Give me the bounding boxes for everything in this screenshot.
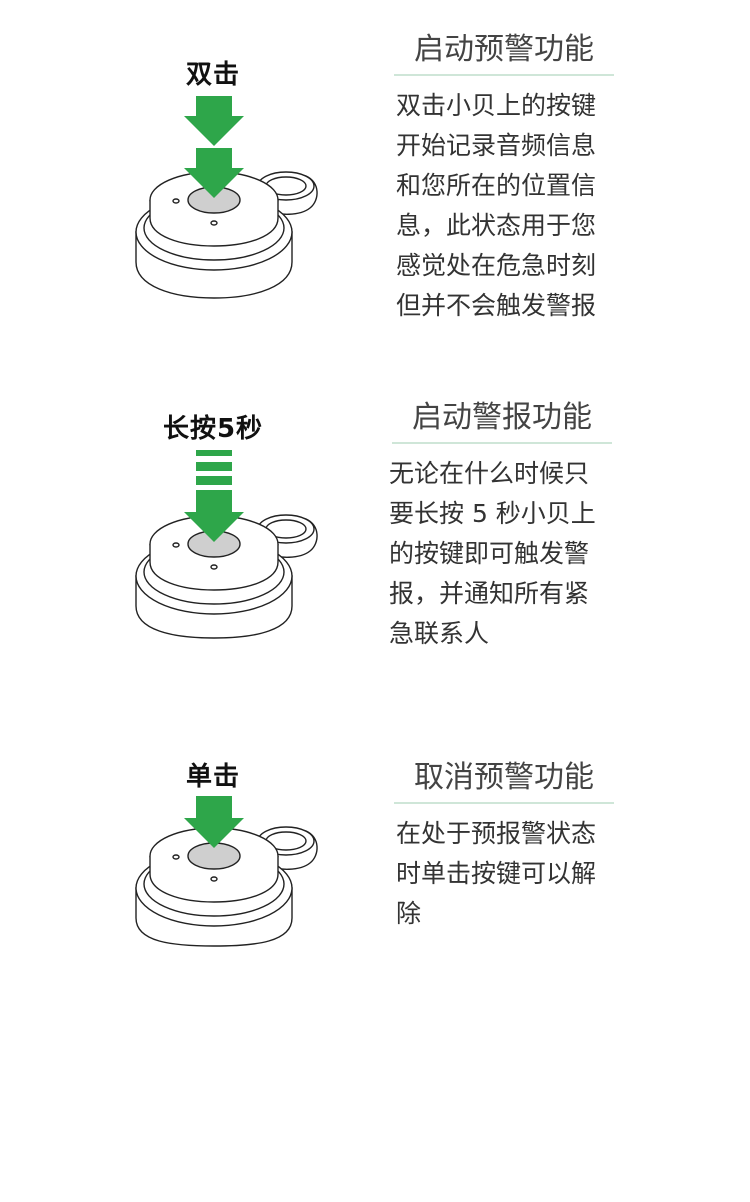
feature-title: 启动警报功能: [412, 400, 592, 435]
section-cancel-prewarning: 单击 取消预警功能 在处于预报警状态时单击按键可以解除: [0, 740, 750, 970]
device-double-press-illustration: [135, 96, 318, 299]
device-single-press-illustration: [135, 796, 318, 947]
action-label: 长按5秒: [162, 414, 264, 444]
title-divider: [392, 442, 612, 444]
section-start-alarm: 长按5秒 启动警报功能 无论在什么时候只要长按 5 秒小贝上的按键即可触发警报，…: [0, 360, 750, 690]
feature-description: 无论在什么时候只要长按 5 秒小贝上的按键即可触发警报，并通知所有紧急联系人: [389, 459, 596, 648]
feature-title: 启动预警功能: [414, 32, 594, 67]
feature-title: 取消预警功能: [414, 760, 594, 795]
action-label: 双击: [185, 60, 240, 90]
device-long-press-illustration: [135, 450, 318, 639]
action-label: 单击: [185, 762, 240, 792]
section-start-prewarning: 双击 启动预警功能 双击小贝上的按键开始记录音频信息和您所在的位置信息，此状态用…: [0, 0, 750, 340]
title-divider: [394, 802, 614, 804]
feature-description: 双击小贝上的按键开始记录音频信息和您所在的位置信息，此状态用于您感觉处在危急时刻…: [396, 91, 597, 320]
feature-description: 在处于预报警状态时单击按键可以解除: [396, 819, 597, 928]
title-divider: [394, 74, 614, 76]
